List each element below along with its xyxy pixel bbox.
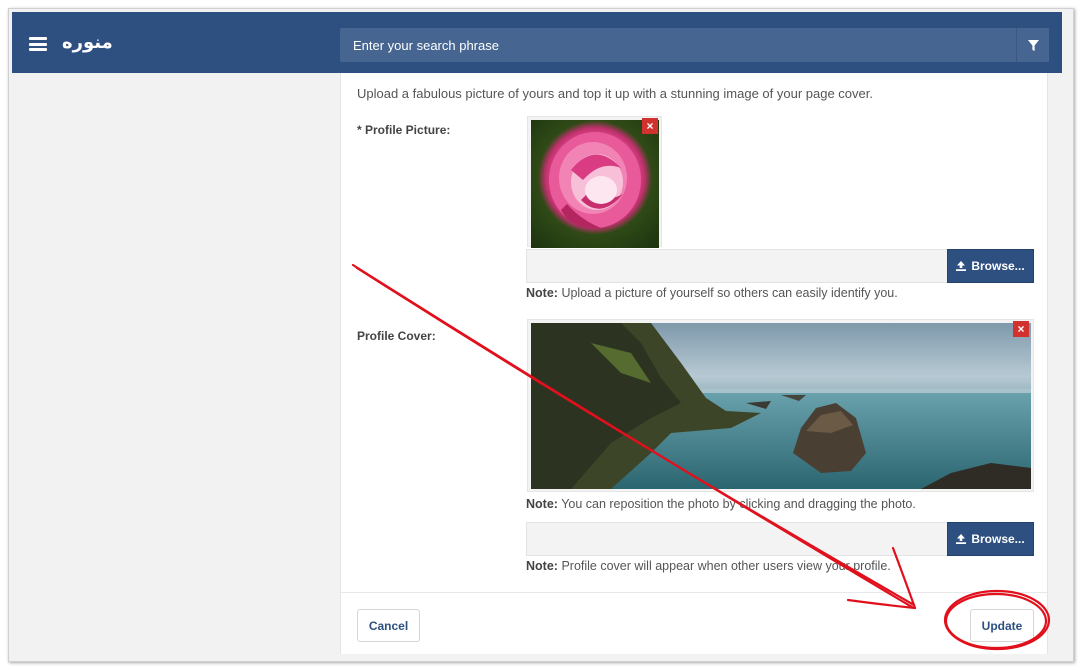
- profile-picture-label: * Profile Picture:: [357, 123, 451, 137]
- profile-cover-preview: ×: [527, 319, 1034, 492]
- form-intro-text: Upload a fabulous picture of yours and t…: [357, 86, 873, 101]
- form-footer-divider: [341, 592, 1047, 593]
- remove-profile-cover-button[interactable]: ×: [1013, 321, 1029, 337]
- search-input[interactable]: Enter your search phrase: [340, 28, 1016, 62]
- profile-picture-preview: ×: [527, 116, 662, 248]
- profile-picture-file-input[interactable]: [526, 249, 947, 283]
- hamburger-menu-icon[interactable]: [29, 37, 47, 51]
- profile-picture-file-row: Browse...: [526, 249, 1034, 283]
- profile-cover-note: Note: Profile cover will appear when oth…: [526, 559, 891, 573]
- profile-cover-image[interactable]: [531, 323, 1031, 489]
- profile-cover-file-row: Browse...: [526, 522, 1034, 556]
- upload-icon: [956, 261, 967, 271]
- profile-cover-browse-button[interactable]: Browse...: [947, 522, 1034, 556]
- cancel-button[interactable]: Cancel: [357, 609, 420, 642]
- note-text: Upload a picture of yourself so others c…: [561, 286, 898, 300]
- profile-cover-file-input[interactable]: [526, 522, 947, 556]
- filter-icon: [1027, 39, 1039, 51]
- profile-picture-browse-button[interactable]: Browse...: [947, 249, 1034, 283]
- note-label: Note:: [526, 497, 558, 511]
- remove-profile-picture-button[interactable]: ×: [642, 118, 658, 134]
- browse-label: Browse...: [971, 259, 1025, 273]
- site-brand[interactable]: منوره: [62, 32, 113, 53]
- note-label: Note:: [526, 559, 558, 573]
- profile-picture-image[interactable]: [531, 120, 659, 248]
- note-text: You can reposition the photo by clicking…: [561, 497, 916, 511]
- profile-picture-note: Note: Upload a picture of yourself so ot…: [526, 286, 898, 300]
- upload-icon: [956, 534, 967, 544]
- update-button[interactable]: Update: [970, 609, 1034, 642]
- edit-profile-form: Upload a fabulous picture of yours and t…: [340, 73, 1048, 654]
- cover-reposition-note: Note: You can reposition the photo by cl…: [526, 497, 916, 511]
- profile-cover-label: Profile Cover:: [357, 329, 436, 343]
- browse-label: Browse...: [971, 532, 1025, 546]
- note-label: Note:: [526, 286, 558, 300]
- top-navigation-bar: منوره Enter your search phrase: [12, 12, 1062, 73]
- note-text: Profile cover will appear when other use…: [561, 559, 891, 573]
- left-sidebar: [12, 73, 340, 654]
- search-filter-button[interactable]: [1016, 28, 1049, 62]
